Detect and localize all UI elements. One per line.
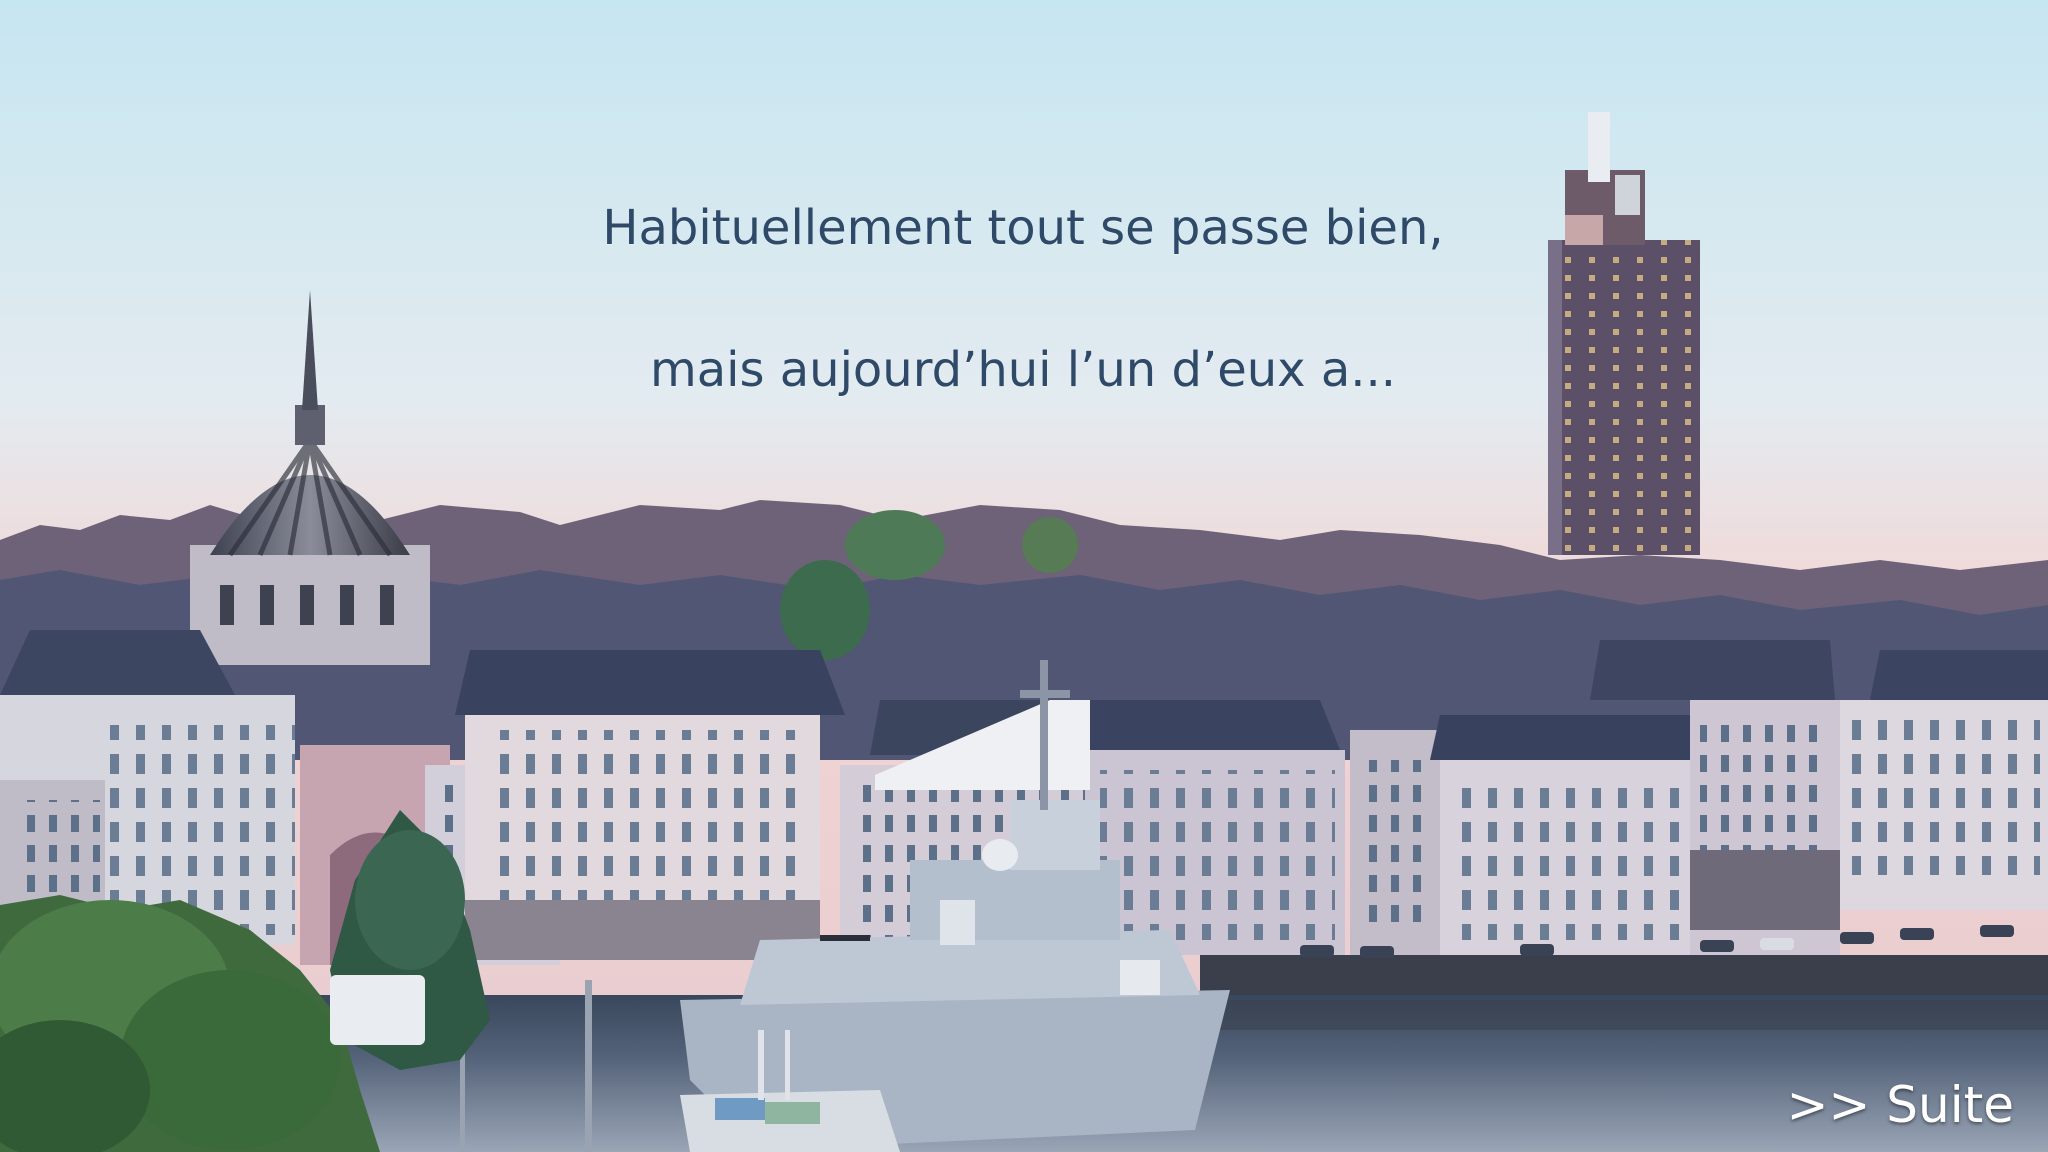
tree-background xyxy=(780,560,870,660)
white-van xyxy=(330,975,425,1045)
building-center xyxy=(455,650,845,960)
next-button[interactable]: >> Suite xyxy=(1787,1076,2014,1134)
city-harbor-background xyxy=(0,0,2048,1152)
quay-wall xyxy=(1200,955,2048,1000)
dialogue-line-2: mais aujourd’hui l’un d’eux a... xyxy=(649,342,1396,398)
dialogue-line-1: Habituellement tout se passe bien, xyxy=(602,200,1444,256)
tree-background xyxy=(1022,517,1078,573)
tree-background xyxy=(845,510,945,580)
